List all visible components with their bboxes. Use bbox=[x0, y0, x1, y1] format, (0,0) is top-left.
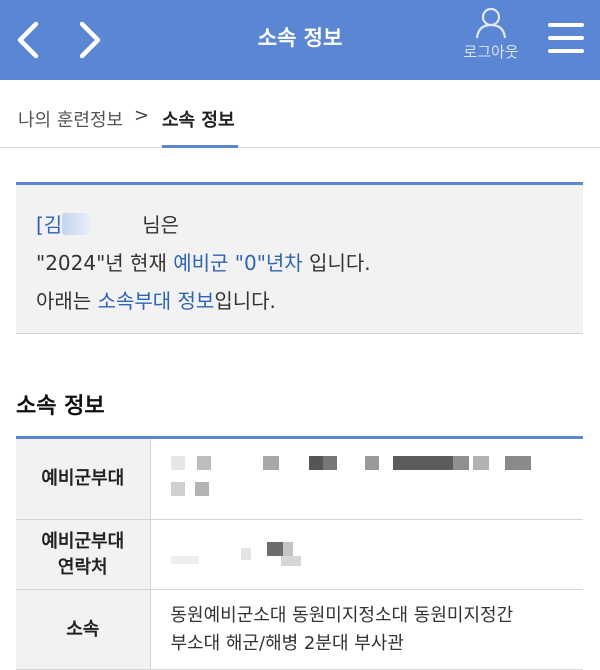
line3-suffix: 입니다. bbox=[214, 289, 276, 313]
logout-button[interactable]: 로그아웃 bbox=[450, 6, 532, 70]
breadcrumb-home-link[interactable]: 나의 훈련정보 bbox=[18, 106, 123, 132]
table-row: 예비군부대 bbox=[16, 437, 583, 520]
breadcrumb-active-indicator bbox=[162, 145, 238, 148]
breadcrumb-separator: > bbox=[134, 105, 150, 126]
row-label-affiliation: 소속 bbox=[16, 589, 151, 670]
redacted-unit-name bbox=[170, 454, 571, 504]
page-title: 소속 정보 bbox=[257, 26, 343, 50]
row-label-contact: 예비군부대 연락처 bbox=[16, 519, 151, 590]
year-text: "2024"년 현재 bbox=[36, 251, 174, 275]
user-name-prefix: [김 bbox=[36, 213, 63, 237]
affiliation-line2: 부소대 해군/해병 2분대 부사관 bbox=[170, 632, 404, 654]
menu-button[interactable] bbox=[542, 14, 590, 62]
sentence-end: 입니다. bbox=[302, 251, 371, 275]
summary-box: [김 님은 "2024"년 현재 예비군 "0"년차 입니다. 아래는 소속부대 … bbox=[16, 182, 583, 334]
name-suffix: 님은 bbox=[142, 213, 180, 237]
chevron-left-icon bbox=[17, 21, 39, 59]
forward-button[interactable] bbox=[68, 16, 112, 64]
summary-unit-line: 아래는 소속부대 정보입니다. bbox=[36, 285, 276, 314]
row-value-contact bbox=[150, 519, 583, 590]
contact-label-line2: 연락처 bbox=[57, 556, 108, 578]
logout-label: 로그아웃 bbox=[463, 43, 519, 61]
breadcrumb-current[interactable]: 소속 정보 bbox=[162, 106, 235, 132]
affiliation-line1: 동원예비군소대 동원미지정소대 동원미지정간 bbox=[170, 604, 514, 626]
reserve-year-highlight: 예비군 "0"년차 bbox=[173, 251, 303, 275]
table-row: 예비군부대 연락처 bbox=[16, 519, 583, 590]
hamburger-menu-icon bbox=[548, 23, 584, 53]
summary-name-line: [김 님은 bbox=[36, 209, 179, 238]
user-icon bbox=[475, 7, 507, 39]
row-label-unit: 예비군부대 bbox=[16, 437, 151, 520]
back-button[interactable] bbox=[6, 16, 50, 64]
row-value-unit bbox=[150, 437, 583, 520]
line3-prefix: 아래는 bbox=[36, 289, 98, 313]
breadcrumb: 나의 훈련정보 > 소속 정보 bbox=[0, 82, 600, 148]
redacted-contact-number bbox=[170, 540, 571, 570]
unit-info-highlight: 소속부대 정보 bbox=[97, 289, 215, 313]
summary-year-line: "2024"년 현재 예비군 "0"년차 입니다. bbox=[36, 247, 371, 276]
chevron-right-icon bbox=[79, 21, 101, 59]
section-title: 소속 정보 bbox=[16, 394, 105, 419]
contact-label-line1: 예비군부대 bbox=[41, 530, 125, 552]
row-value-affiliation: 동원예비군소대 동원미지정소대 동원미지정간 부소대 해군/해병 2분대 부사관 bbox=[150, 589, 583, 670]
unit-info-table: 예비군부대 예비군부대 연락처 소속 동원예비군소대 동원미지정소대 동원미지정… bbox=[16, 436, 583, 670]
table-row: 소속 동원예비군소대 동원미지정소대 동원미지정간 부소대 해군/해병 2분대 … bbox=[16, 589, 583, 670]
redacted-name bbox=[62, 213, 91, 235]
top-bar: 소속 정보 로그아웃 bbox=[0, 0, 600, 80]
